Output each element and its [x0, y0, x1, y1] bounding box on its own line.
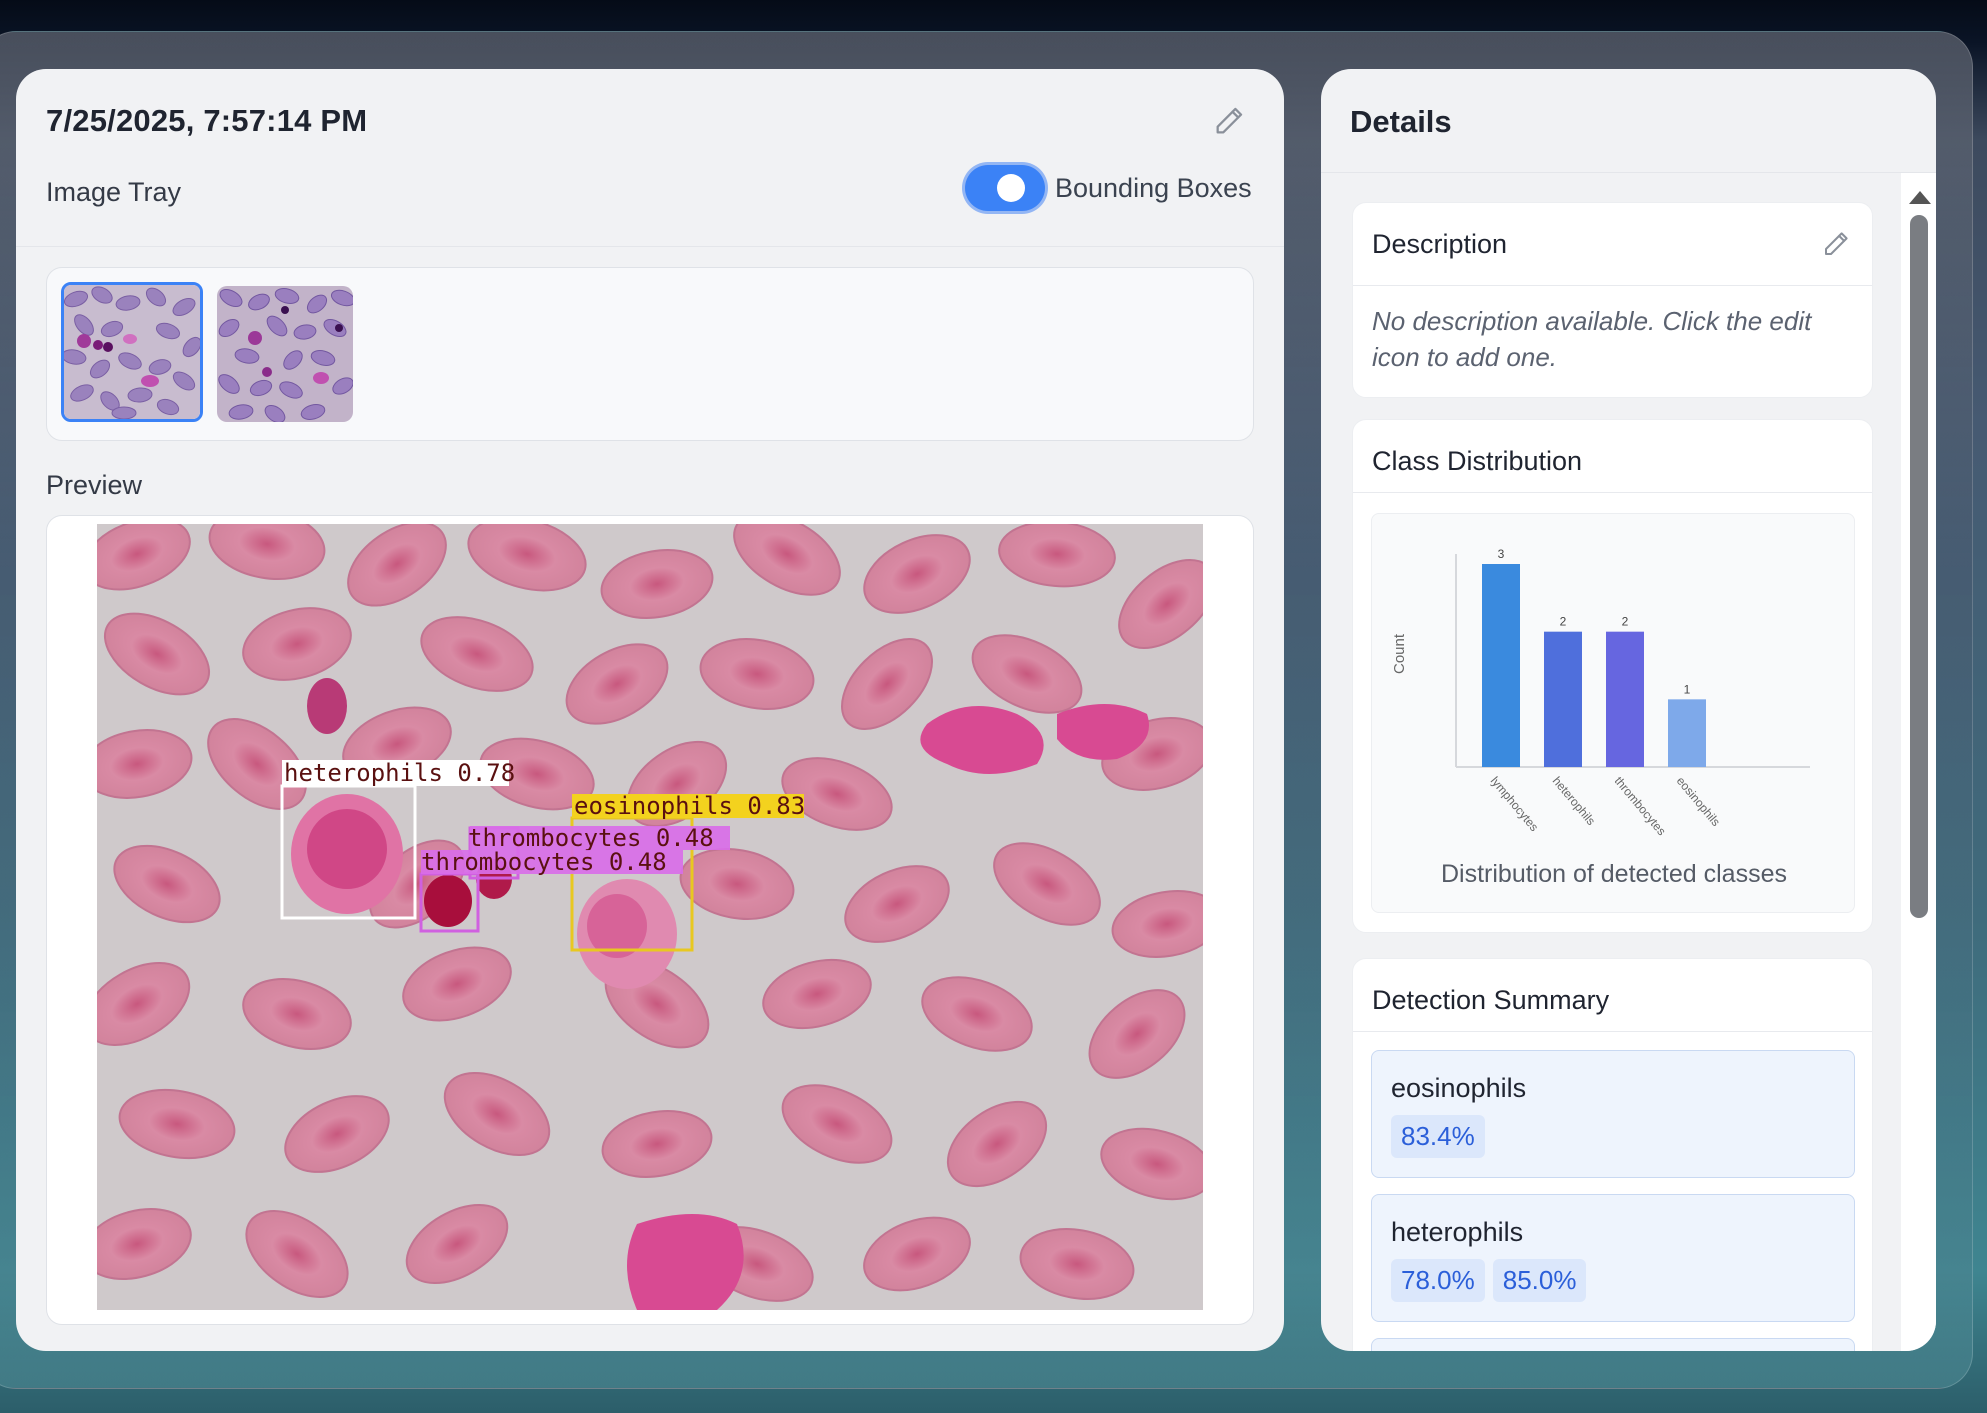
svg-text:heterophils 0.78: heterophils 0.78: [284, 759, 515, 787]
preview-label: Preview: [46, 470, 143, 500]
bar-lymphocytes: [1482, 564, 1520, 767]
tick-label-heterophils: heterophils: [1550, 774, 1598, 828]
detection-item-eosinophils[interactable]: eosinophils 83.4%: [1371, 1050, 1855, 1178]
divider: [1353, 285, 1872, 286]
data-label-heterophils: 2: [1560, 615, 1567, 629]
description-title: Description: [1372, 229, 1508, 259]
pencil-icon[interactable]: [1212, 104, 1246, 138]
svg-text:eosinophils 0.83: eosinophils 0.83: [574, 792, 805, 820]
class-distribution-panel: Class Distribution Count 3 lymphocytes 2 het…: [1352, 419, 1873, 933]
bounding-boxes-label: Bounding Boxes: [1055, 172, 1252, 203]
image-tray: [46, 267, 1254, 441]
bar-heterophils: [1544, 631, 1582, 767]
details-title: Details: [1350, 104, 1452, 139]
confidence-chip: 83.4%: [1391, 1115, 1485, 1158]
class-distribution-title: Class Distribution: [1372, 446, 1583, 476]
blood-smear-thumbnail-image: [64, 285, 200, 419]
scrollbar-thumb[interactable]: [1910, 215, 1928, 918]
svg-text:thrombocytes 0.48: thrombocytes 0.48: [421, 848, 667, 876]
detection-item-heterophils[interactable]: heterophils 78.0% 85.0%: [1371, 1194, 1855, 1322]
scroll-up-arrow-icon[interactable]: [1909, 191, 1931, 204]
bar-eosinophils: [1668, 699, 1706, 767]
detection-summary-title: Detection Summary: [1372, 985, 1610, 1015]
detection-summary-panel: Detection Summary eosinophils 83.4% hete…: [1352, 958, 1873, 1351]
confidence-chips: 78.0% 85.0%: [1391, 1259, 1587, 1302]
divider: [1353, 1031, 1872, 1032]
details-header: Details: [1321, 69, 1936, 173]
tick-label-lymphocytes: lymphocytes: [1488, 774, 1542, 834]
description-panel: Description No description available. Cl…: [1352, 202, 1873, 398]
thumbnail-selected[interactable]: [61, 282, 203, 422]
image-viewer-card: 7/25/2025, 7:57:14 PM Image Tray Boundin…: [16, 69, 1284, 1351]
tick-label-eosinophils: eosinophils: [1674, 774, 1723, 829]
thumbnail[interactable]: [217, 286, 353, 422]
details-card: Details Description No description avail…: [1321, 69, 1936, 1351]
details-scroll-area[interactable]: Description No description available. Cl…: [1321, 173, 1901, 1351]
confidence-chips: 83.4%: [1391, 1115, 1485, 1158]
bounding-boxes-toggle[interactable]: [965, 165, 1045, 211]
detection-item[interactable]: [1371, 1338, 1855, 1351]
class-distribution-chart: Count 3 lymphocytes 2 heterophils 2 thrombocyt…: [1371, 513, 1855, 913]
image-viewer-header: 7/25/2025, 7:57:14 PM Image Tray Boundin…: [16, 69, 1284, 247]
blood-smear-thumbnail-image: [217, 286, 353, 422]
details-scrollbar[interactable]: [1901, 173, 1936, 1351]
detection-class-name: eosinophils: [1391, 1073, 1527, 1103]
description-text: No description available. Click the edit…: [1372, 306, 1812, 372]
y-axis-label: Count: [1391, 633, 1408, 674]
divider: [1353, 492, 1872, 493]
data-label-lymphocytes: 3: [1498, 547, 1505, 561]
bar-chart: Count 3 lymphocytes 2 heterophils 2 thrombocyt…: [1391, 547, 1810, 838]
detection-class-name: heterophils: [1391, 1217, 1524, 1247]
pencil-icon[interactable]: [1821, 229, 1851, 259]
preview-panel: heterophils 0.78 eosinophils 0.83 thromb…: [46, 515, 1254, 1325]
data-label-eosinophils: 1: [1684, 682, 1691, 696]
image-tray-label: Image Tray: [46, 177, 182, 207]
bounding-boxes-toggle-group: Bounding Boxes: [965, 165, 1252, 211]
confidence-chip: 78.0%: [1391, 1259, 1485, 1302]
tick-label-thrombocytes: thrombocytes: [1612, 774, 1669, 838]
bar-thrombocytes: [1606, 631, 1644, 767]
confidence-chip: 85.0%: [1492, 1259, 1587, 1302]
blood-smear-preview-image: heterophils 0.78 eosinophils 0.83 thromb…: [97, 524, 1203, 1310]
capture-timestamp: 7/25/2025, 7:57:14 PM: [46, 103, 368, 138]
chart-caption: Distribution of detected classes: [1440, 860, 1787, 888]
data-label-thrombocytes: 2: [1622, 615, 1629, 629]
